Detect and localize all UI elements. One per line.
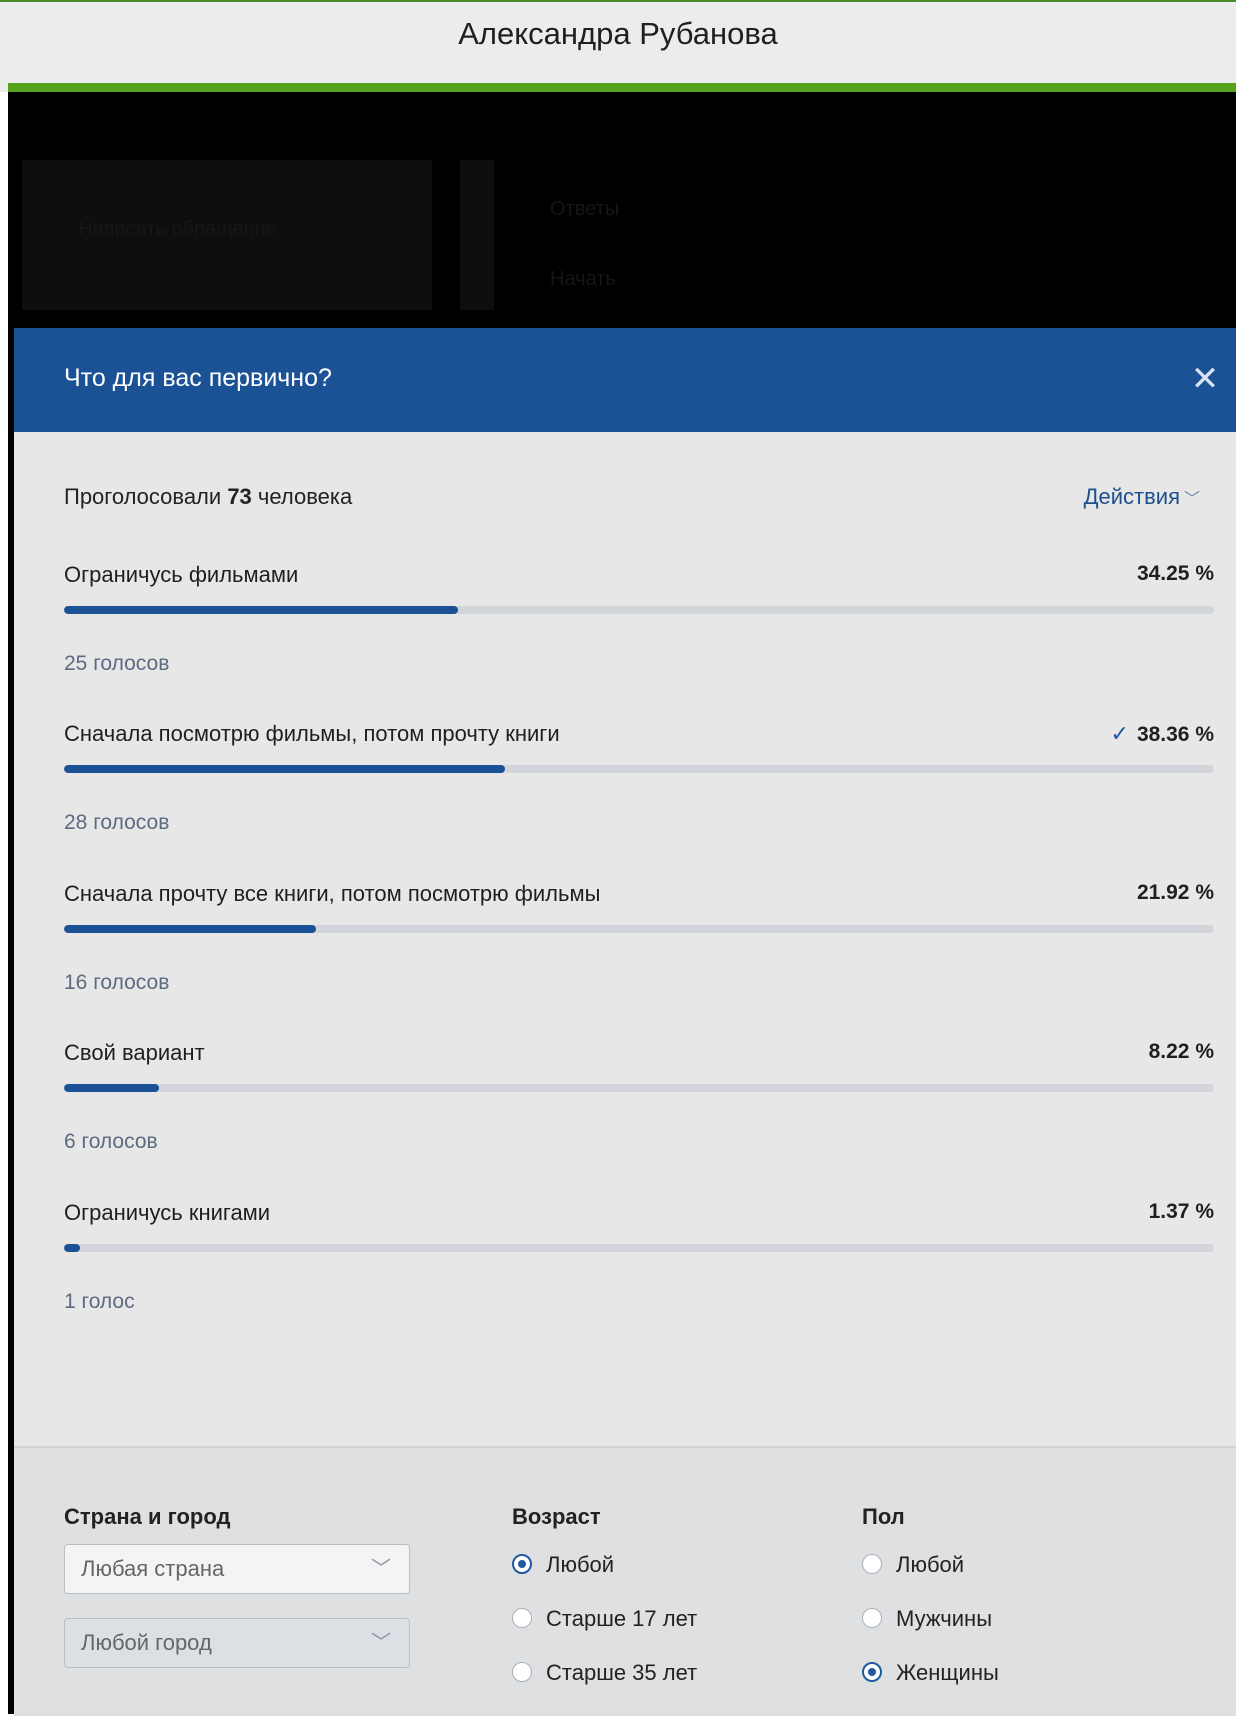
voted-count: 73 [227,484,252,509]
gender-option-any[interactable]: Любой [862,1552,964,1578]
age-option-over-17[interactable]: Старше 17 лет [512,1606,697,1632]
chevron-down-icon: ﹀ [1183,491,1200,508]
option-percent: 8.22 % [1148,1040,1214,1063]
actions-label: Действия [1083,484,1180,509]
option-bar-fill [64,765,506,773]
option-votes: 1 голос [64,1290,135,1313]
filters-panel: Страна и город Любая страна ﹀ Любой горо… [14,1446,1236,1716]
window-titlebar: Александра Рубанова [0,0,1236,92]
option-percent: 1.37 % [1148,1200,1214,1223]
option-bar-fill [64,606,458,614]
radio-icon [862,1608,882,1629]
country-city-heading: Страна и город [64,1504,231,1529]
option-bar-track [64,606,1214,614]
checkmark-icon: ✓ [1110,721,1129,746]
background-menu-item-1: Ответы [550,198,620,220]
option-votes: 6 голосов [64,1130,158,1153]
poll-option: Ограничусь книгами 1.37 % 1 голос [64,1200,1214,1340]
titlebar-accent-line [8,83,1236,92]
voted-suffix: человека [257,484,353,509]
option-percent: 21.92 % [1136,881,1214,904]
radio-icon [512,1608,532,1629]
poll-option: Свой вариант 8.22 % 6 голосов [64,1040,1214,1180]
chevron-down-icon: ﹀ [371,1558,391,1580]
window-title: Александра Рубанова [458,16,778,51]
age-option-over-35[interactable]: Старше 35 лет [512,1660,697,1686]
gender-option-men[interactable]: Мужчины [862,1606,992,1632]
option-percent: 34.25 % [1136,562,1214,585]
poll-option: Ограничусь фильмами 34.25 % 25 голосов [64,562,1214,702]
city-select-value: Любой город [81,1630,212,1655]
option-bar-track [64,925,1214,933]
option-bar-fill [64,1244,80,1252]
radio-icon [862,1662,882,1683]
country-select-value: Любая страна [81,1556,225,1581]
chevron-down-icon: ﹀ [371,1632,391,1654]
gender-heading: Пол [862,1504,905,1529]
country-select[interactable]: Любая страна ﹀ [64,1544,410,1594]
option-label: Ограничусь книгами [64,1200,271,1225]
age-option-any[interactable]: Любой [512,1552,614,1578]
option-votes: 28 голосов [64,811,170,834]
option-label: Свой вариант [64,1040,205,1065]
option-label: Ограничусь фильмами [64,562,299,587]
background-column [460,160,494,310]
radio-icon [862,1554,882,1575]
option-votes: 16 голосов [64,971,170,994]
city-select[interactable]: Любой город ﹀ [64,1618,410,1668]
option-percent: ✓ 38.36 % [1110,721,1215,746]
background-menu-item-2: Начать [550,268,616,290]
modal-header: Что для вас первично? ✕ [14,328,1236,432]
radio-icon [512,1662,532,1683]
option-votes: 25 голосов [64,652,170,675]
voted-prefix: Проголосовали [64,484,222,509]
poll-option: Сначала прочту все книги, потом посмотрю… [64,881,1214,1021]
close-icon: ✕ [1190,360,1220,398]
actions-dropdown[interactable]: Действия ﹀ [1084,484,1200,510]
option-bar-fill [64,1084,159,1092]
poll-results-modal: Что для вас первично? ✕ Проголосовали 73… [14,328,1236,1716]
radio-icon [512,1554,532,1575]
option-bar-fill [64,925,317,933]
poll-option: Сначала посмотрю фильмы, потом прочту кн… [64,721,1214,861]
option-bar-track [64,765,1214,773]
close-button[interactable]: ✕ [1188,362,1222,396]
age-heading: Возраст [512,1504,601,1529]
background-sidebar-item: Написать обращение [78,218,277,240]
option-bar-track [64,1084,1214,1092]
gender-option-women[interactable]: Женщины [862,1660,999,1686]
voted-summary: Проголосовали 73 человека [64,484,352,510]
poll-title: Что для вас первично? [64,364,332,392]
option-label: Сначала прочту все книги, потом посмотрю… [64,881,601,906]
option-label: Сначала посмотрю фильмы, потом прочту кн… [64,721,560,746]
option-bar-track [64,1244,1214,1252]
